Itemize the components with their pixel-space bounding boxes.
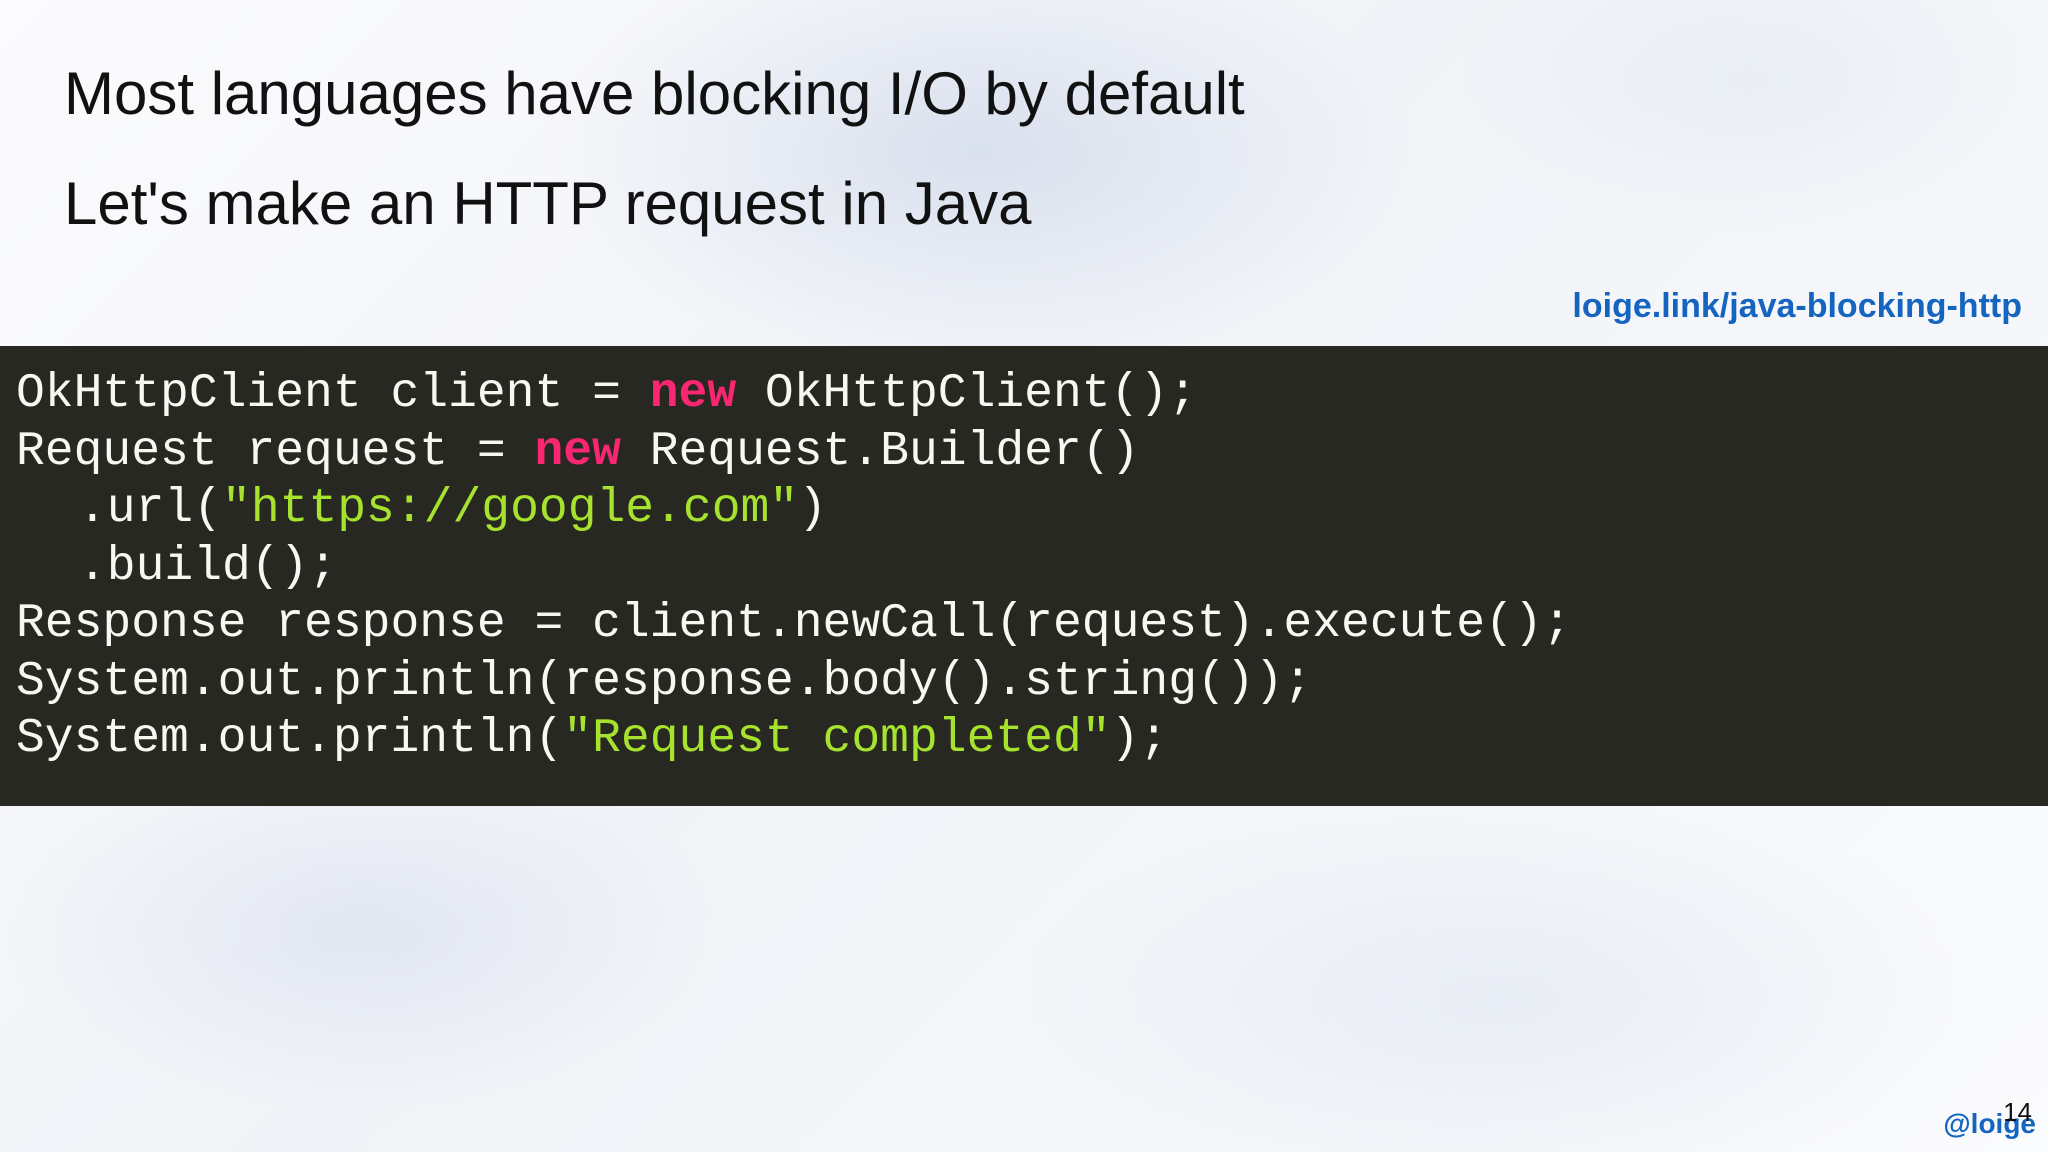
code-line-2: Request request = new Request.Builder() xyxy=(16,424,2048,482)
code-text: Request.Builder() xyxy=(620,424,1140,479)
code-line-7: System.out.println("Request completed"); xyxy=(16,711,2048,769)
keyword-new: new xyxy=(534,424,621,479)
slide-subheading: Let's make an HTTP request in Java xyxy=(64,170,1032,237)
code-text: Request request = xyxy=(16,424,535,479)
code-text: System.out.println(response.body().strin… xyxy=(16,654,1313,709)
source-code-link[interactable]: loige.link/java-blocking-http xyxy=(1572,286,2022,326)
slide-heading: Most languages have blocking I/O by defa… xyxy=(64,60,1245,127)
code-text: ) xyxy=(798,482,827,536)
code-line-4: .build(); xyxy=(16,539,2048,597)
code-text: .url( xyxy=(78,482,223,536)
string-literal: "Request completed" xyxy=(563,712,1111,766)
keyword-new: new xyxy=(649,367,737,421)
code-line-6: System.out.println(response.body().strin… xyxy=(16,654,2048,712)
string-literal: "https://google.com" xyxy=(222,482,799,536)
code-line-3: .url("https://google.com") xyxy=(16,481,2048,539)
code-line-1: OkHttpClient client = new OkHttpClient()… xyxy=(16,366,2048,424)
code-text: OkHttpClient(); xyxy=(736,367,1197,421)
code-text: ); xyxy=(1110,712,1169,766)
code-block: OkHttpClient client = new OkHttpClient()… xyxy=(0,346,2048,806)
page-number: 14 xyxy=(2003,1097,2032,1127)
code-text: .build(); xyxy=(78,539,338,594)
code-text: Response response = client.newCall(reque… xyxy=(16,597,1572,651)
code-text: OkHttpClient client = xyxy=(16,367,650,421)
code-text: System.out.println( xyxy=(16,712,564,766)
code-line-5: Response response = client.newCall(reque… xyxy=(16,596,2048,654)
